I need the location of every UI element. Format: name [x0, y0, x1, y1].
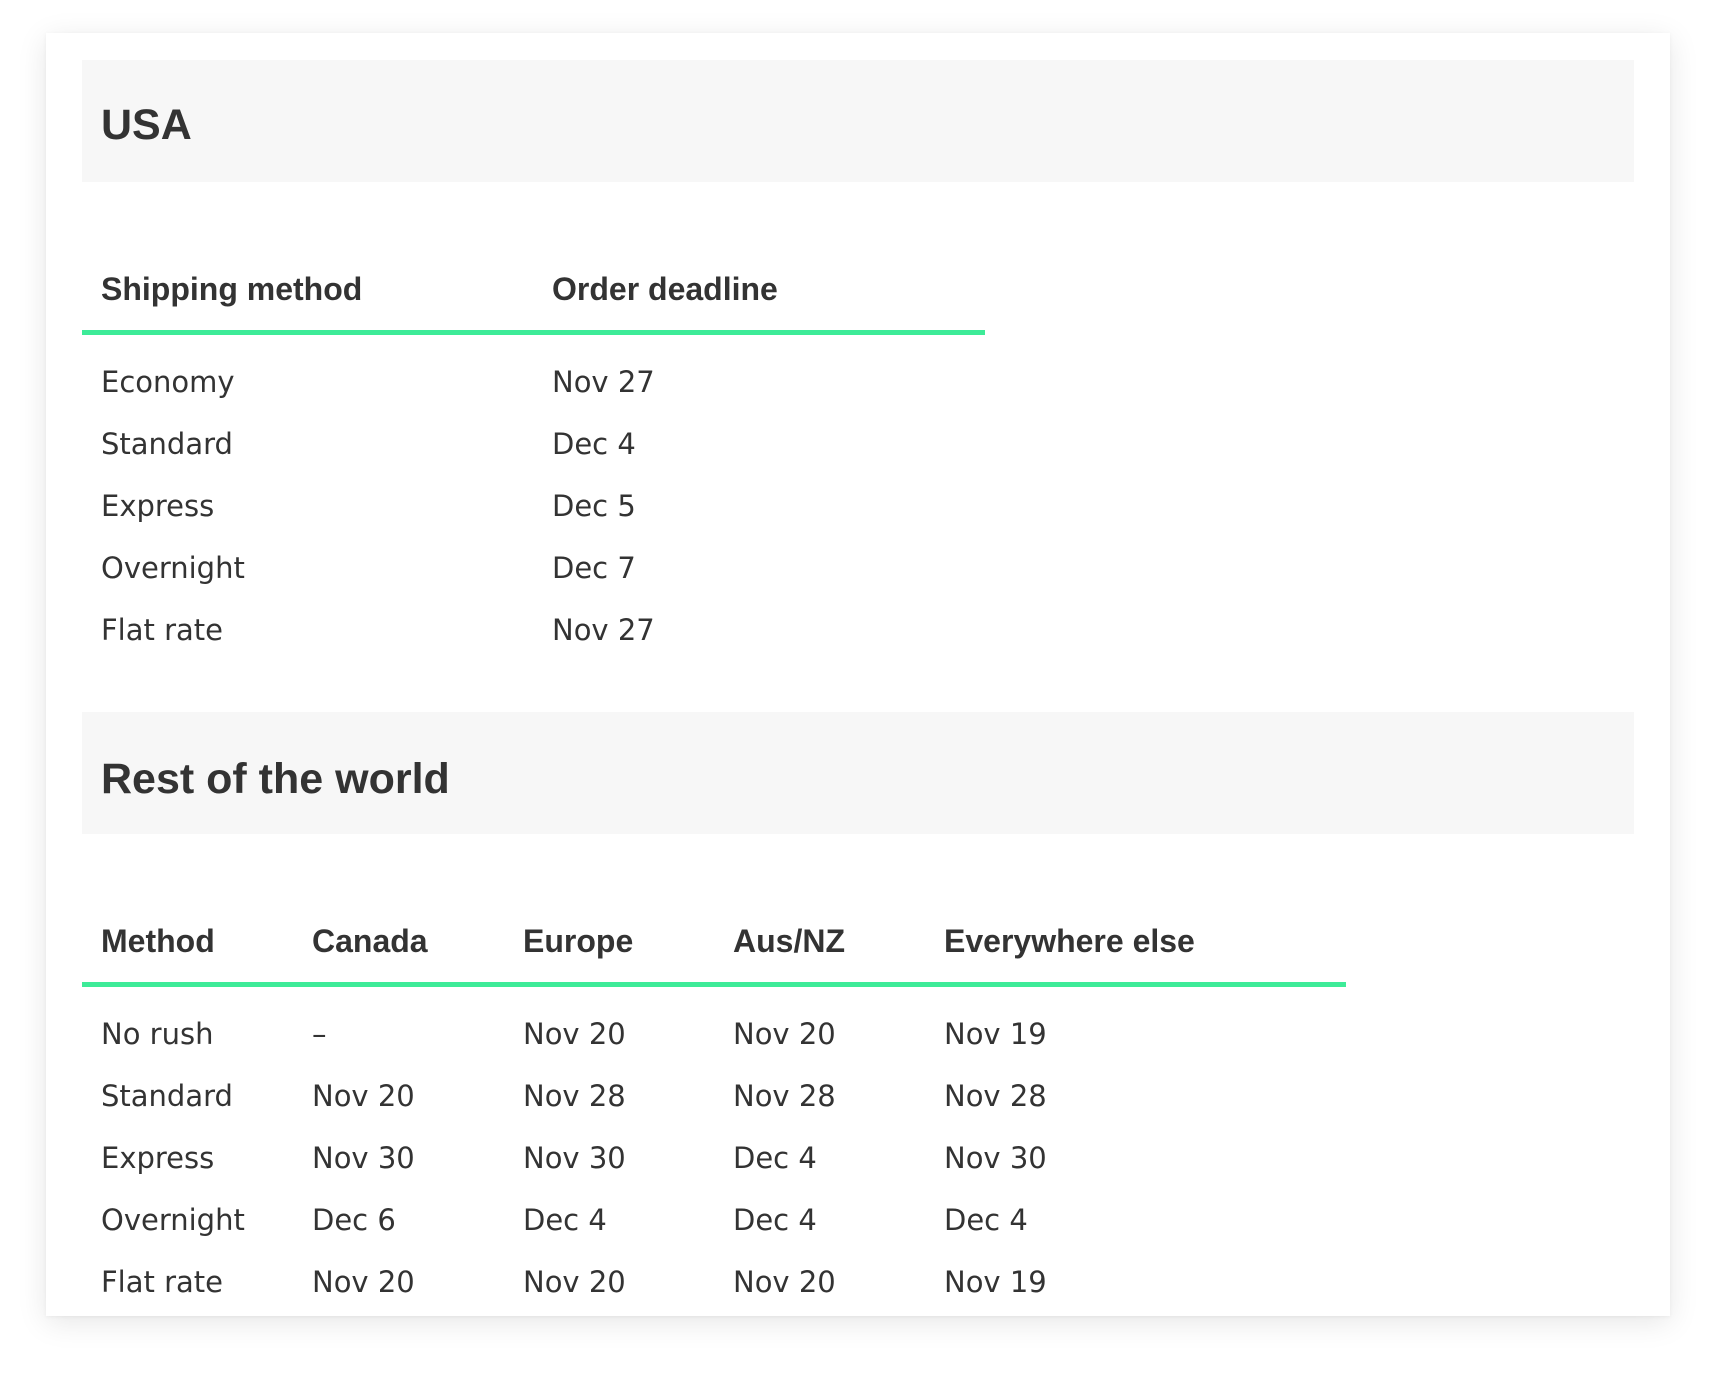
method-cell: No rush — [101, 1017, 214, 1051]
shipping-method-cell: Economy — [101, 365, 235, 399]
table-row: Overnight Dec 6 Dec 4 Dec 4 Dec 4 — [82, 1189, 1346, 1251]
column-header-order-deadline: Order deadline — [533, 248, 985, 335]
column-header-everywhere-else: Everywhere else — [925, 900, 1346, 987]
rest-of-world-shipping-table: Method Canada Europe Aus/NZ Everywhere e… — [82, 900, 1346, 1313]
column-header-method: Method — [82, 900, 293, 987]
table-row: Standard Dec 4 — [82, 413, 985, 475]
order-deadline-cell: Nov 27 — [552, 613, 655, 647]
everywhere-else-cell: Nov 30 — [944, 1141, 1047, 1175]
everywhere-else-cell: Dec 4 — [944, 1203, 1028, 1237]
europe-cell: Nov 28 — [523, 1079, 626, 1113]
canada-cell: Nov 20 — [312, 1079, 415, 1113]
table-row: Flat rate Nov 20 Nov 20 Nov 20 Nov 19 — [82, 1251, 1346, 1313]
aus-nz-cell: Nov 28 — [733, 1079, 836, 1113]
method-cell: Express — [101, 1141, 215, 1175]
aus-nz-cell: Nov 20 — [733, 1265, 836, 1299]
everywhere-else-cell: Nov 19 — [944, 1265, 1047, 1299]
table-row: Flat rate Nov 27 — [82, 599, 985, 661]
shipping-method-cell: Flat rate — [101, 613, 224, 647]
europe-cell: Nov 30 — [523, 1141, 626, 1175]
column-header-shipping-method: Shipping method — [82, 248, 533, 335]
order-deadline-cell: Dec 5 — [552, 489, 636, 523]
table-header-row: Shipping method Order deadline — [82, 248, 985, 335]
europe-cell: Dec 4 — [523, 1203, 607, 1237]
method-cell: Flat rate — [101, 1265, 224, 1299]
method-cell: Overnight — [101, 1203, 245, 1237]
table-row: Economy Nov 27 — [82, 333, 985, 414]
aus-nz-cell: Dec 4 — [733, 1141, 817, 1175]
rest-of-world-section-header: Rest of the world — [82, 712, 1634, 834]
rest-of-world-section-title: Rest of the world — [101, 755, 450, 803]
usa-section-header: USA — [82, 60, 1634, 182]
column-header-aus-nz: Aus/NZ — [714, 900, 925, 987]
aus-nz-cell: Nov 20 — [733, 1017, 836, 1051]
table-row: Express Nov 30 Nov 30 Dec 4 Nov 30 — [82, 1127, 1346, 1189]
canada-cell: Nov 20 — [312, 1265, 415, 1299]
canada-cell: Dec 6 — [312, 1203, 396, 1237]
order-deadline-cell: Nov 27 — [552, 365, 655, 399]
table-row: Overnight Dec 7 — [82, 537, 985, 599]
aus-nz-cell: Dec 4 — [733, 1203, 817, 1237]
column-header-europe: Europe — [504, 900, 714, 987]
table-row: No rush – Nov 20 Nov 20 Nov 19 — [82, 985, 1346, 1066]
order-deadline-cell: Dec 4 — [552, 427, 636, 461]
method-cell: Standard — [101, 1079, 233, 1113]
usa-section-title: USA — [101, 101, 192, 149]
shipping-method-cell: Overnight — [101, 551, 245, 585]
europe-cell: Nov 20 — [523, 1265, 626, 1299]
everywhere-else-cell: Nov 19 — [944, 1017, 1047, 1051]
table-header-row: Method Canada Europe Aus/NZ Everywhere e… — [82, 900, 1346, 987]
usa-shipping-table: Shipping method Order deadline Economy N… — [82, 248, 985, 661]
canada-cell: – — [312, 1017, 327, 1051]
shipping-deadlines-card: USA Shipping method Order deadline Econo… — [46, 33, 1670, 1316]
europe-cell: Nov 20 — [523, 1017, 626, 1051]
shipping-method-cell: Standard — [101, 427, 233, 461]
column-header-canada: Canada — [293, 900, 504, 987]
shipping-method-cell: Express — [101, 489, 215, 523]
canada-cell: Nov 30 — [312, 1141, 415, 1175]
order-deadline-cell: Dec 7 — [552, 551, 636, 585]
everywhere-else-cell: Nov 28 — [944, 1079, 1047, 1113]
table-row: Standard Nov 20 Nov 28 Nov 28 Nov 28 — [82, 1065, 1346, 1127]
table-row: Express Dec 5 — [82, 475, 985, 537]
